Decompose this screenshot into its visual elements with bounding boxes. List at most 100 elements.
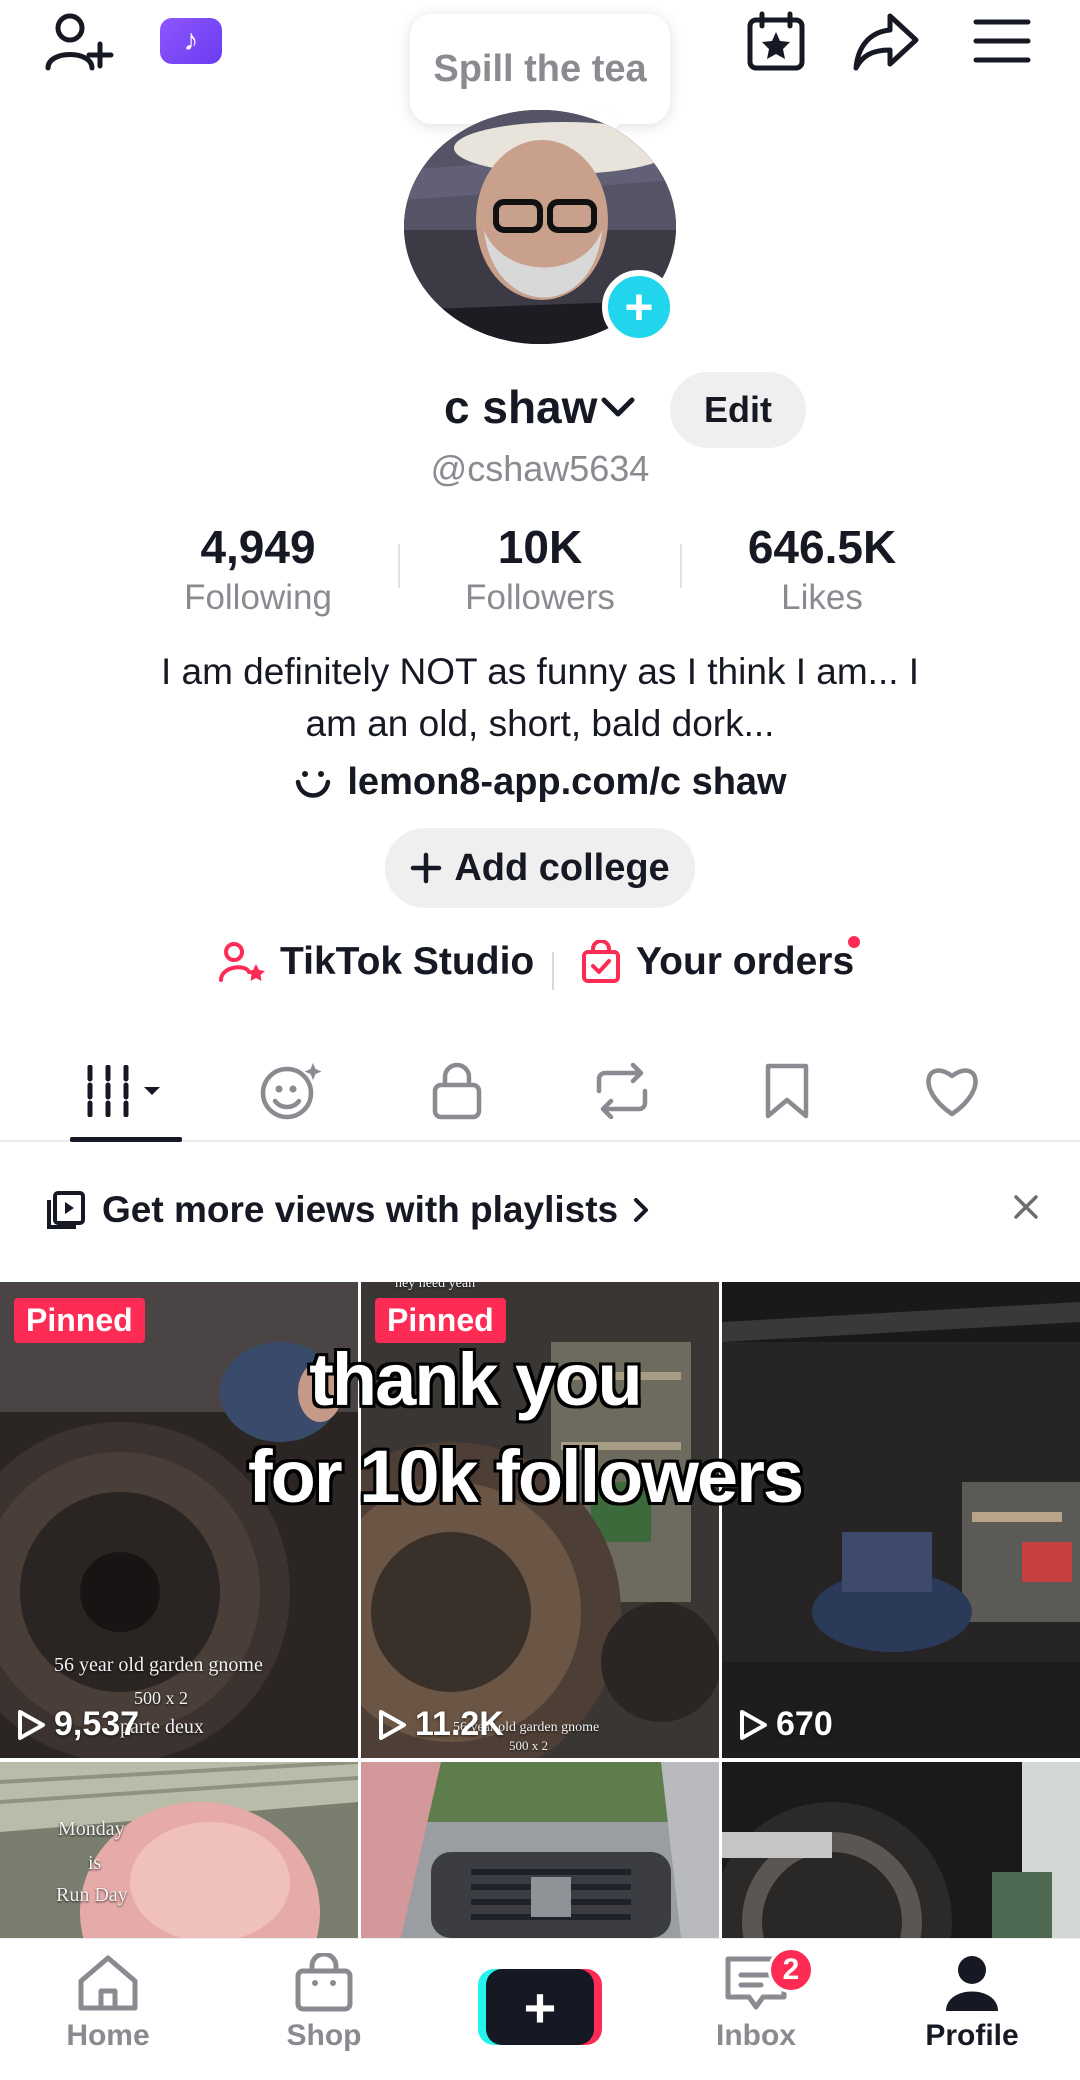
- profile-stats: 4,949 Following 10K Followers 646.5K Lik…: [0, 520, 1080, 620]
- tab-reposts-ai[interactable]: [232, 1056, 352, 1126]
- display-name[interactable]: c shaw: [444, 380, 597, 434]
- video-thumbnail: [722, 1762, 1080, 1938]
- add-story-button[interactable]: +: [602, 270, 676, 344]
- playlist-banner-text: Get more views with playlists: [102, 1189, 619, 1230]
- tab-reposts[interactable]: [562, 1056, 682, 1126]
- your-orders-label: Your orders: [636, 940, 855, 983]
- add-friend-icon[interactable]: [42, 10, 114, 72]
- view-count-text: 670: [776, 1705, 833, 1743]
- tab-videos[interactable]: [66, 1056, 186, 1126]
- nav-shop[interactable]: Shop: [244, 1953, 404, 2053]
- overlay-line: for 10k followers: [247, 1434, 804, 1518]
- video-tile[interactable]: [722, 1762, 1080, 1938]
- grid-videos-icon: [87, 1065, 160, 1117]
- tab-liked[interactable]: [892, 1056, 1012, 1126]
- calendar-star-icon[interactable]: [744, 10, 808, 72]
- home-icon: [78, 1955, 138, 2011]
- username-handle: @cshaw5634: [430, 448, 650, 489]
- heart-icon: [926, 1068, 978, 1117]
- stat-divider: [398, 544, 400, 588]
- bio-line: I am definitely NOT as funny as I think …: [160, 651, 920, 692]
- nav-home-label: Home: [66, 2019, 150, 2052]
- tiktok-studio-label: TikTok Studio: [280, 940, 535, 983]
- person-star-icon: [218, 940, 266, 984]
- tiktok-now-icon[interactable]: ♪: [160, 18, 222, 64]
- play-icon: [379, 1709, 406, 1740]
- view-count: 670: [738, 1705, 833, 1744]
- stat-divider: [680, 544, 682, 588]
- playlist-icon: [46, 1190, 86, 1230]
- pinned-badge: Pinned: [14, 1298, 145, 1343]
- nav-shop-label: Shop: [286, 2019, 362, 2052]
- nav-inbox-label: Inbox: [716, 2019, 796, 2052]
- bio-link[interactable]: lemon8-app.com/c shaw: [0, 756, 1080, 808]
- stat-likes[interactable]: 646.5K Likes: [692, 520, 952, 618]
- lemon8-smile-icon: [293, 762, 333, 802]
- profile-person-icon: [946, 1956, 998, 2011]
- orders-notification-dot: [848, 936, 860, 948]
- stat-label: Likes: [781, 578, 863, 617]
- video-caption: hey need yeah: [395, 1282, 476, 1291]
- video-caption: 500 x 2: [509, 1738, 548, 1753]
- your-orders-link[interactable]: Your orders: [580, 940, 854, 984]
- repost-icon: [596, 1063, 648, 1119]
- profile-tabs: [0, 1050, 1080, 1142]
- view-count-text: 9,537: [54, 1705, 140, 1743]
- video-caption: is: [88, 1852, 102, 1874]
- nav-profile-label: Profile: [925, 2019, 1019, 2052]
- tiktok-studio-link[interactable]: TikTok Studio: [218, 940, 534, 984]
- sticker-sparkle-icon: [260, 1063, 322, 1120]
- active-tab-indicator: [70, 1137, 182, 1142]
- plus-icon: +: [486, 1969, 594, 2045]
- nav-inbox[interactable]: Inbox 2: [676, 1947, 836, 2053]
- create-button[interactable]: +: [478, 1969, 602, 2045]
- bio-link-text: lemon8-app.com/c shaw: [347, 760, 787, 803]
- nav-profile[interactable]: Profile: [892, 1953, 1052, 2053]
- play-icon: [740, 1709, 767, 1740]
- video-thumbnail: [361, 1762, 719, 1938]
- stat-value: 10K: [497, 521, 583, 573]
- lock-icon: [432, 1062, 482, 1120]
- nav-home[interactable]: Home: [28, 1953, 188, 2053]
- bio-line: am an old, short, bald dork...: [305, 703, 775, 744]
- add-college-button[interactable]: Add college: [385, 828, 695, 908]
- view-count: 11.2K: [377, 1705, 504, 1744]
- bookmark-icon: [765, 1063, 809, 1119]
- video-caption: Run Day: [56, 1884, 128, 1906]
- video-grid: Pinned 56 year old garden gnome 500 x 2 …: [0, 1282, 1080, 1938]
- video-tile[interactable]: [361, 1762, 719, 1938]
- stat-following[interactable]: 4,949 Following: [128, 520, 388, 618]
- share-icon[interactable]: [852, 10, 922, 72]
- add-college-label: Add college: [454, 846, 670, 889]
- plus-icon: [410, 852, 442, 884]
- video-caption: 56 year old garden gnome: [54, 1654, 263, 1676]
- video-overlay-text: thank you for 10k followers: [230, 1334, 820, 1523]
- video-caption: Monday: [58, 1818, 125, 1840]
- overlay-line: thank you: [309, 1338, 642, 1421]
- video-tile[interactable]: Monday is Run Day: [0, 1762, 358, 1938]
- chevron-down-icon[interactable]: [600, 394, 636, 420]
- video-thumbnail: [0, 1762, 358, 1938]
- tiktok-badge-glyph: ♪: [183, 24, 199, 57]
- edit-profile-button[interactable]: Edit: [670, 372, 806, 448]
- name-row: c shaw Edit: [0, 372, 1080, 448]
- stat-value: 4,949: [200, 521, 316, 573]
- spill-the-tea-tooltip[interactable]: Spill the tea: [410, 14, 670, 124]
- creator-tools: TikTok Studio Your orders: [0, 936, 1080, 1000]
- stat-followers[interactable]: 10K Followers: [410, 520, 670, 618]
- video-caption: 500 x 2: [134, 1688, 188, 1708]
- tools-divider: [552, 952, 554, 990]
- close-icon[interactable]: [1012, 1186, 1040, 1231]
- shopping-bag-check-icon: [580, 940, 622, 984]
- tab-private[interactable]: [397, 1056, 517, 1126]
- playlist-banner[interactable]: Get more views with playlists: [0, 1160, 1080, 1260]
- stat-label: Followers: [465, 578, 615, 617]
- stat-label: Following: [184, 578, 332, 617]
- menu-icon[interactable]: [972, 16, 1032, 66]
- tooltip-text: Spill the tea: [433, 47, 647, 90]
- shop-bag-icon: [295, 1953, 353, 2012]
- bottom-nav: Home Shop + Inbox 2 Profile: [0, 1938, 1080, 2080]
- view-count-text: 11.2K: [415, 1705, 504, 1743]
- tab-favorites[interactable]: [727, 1056, 847, 1126]
- play-icon: [18, 1709, 45, 1740]
